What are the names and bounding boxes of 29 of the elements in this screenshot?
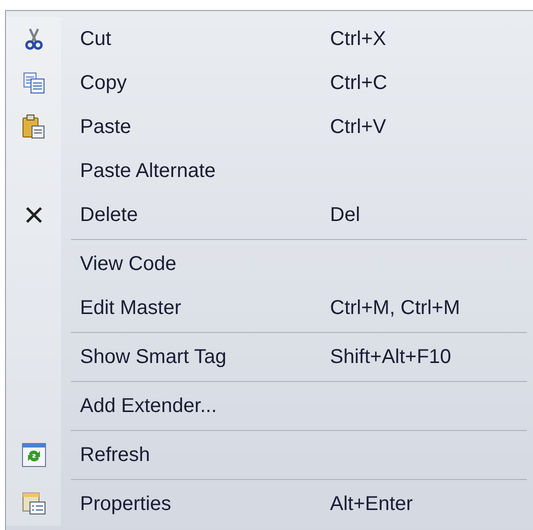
menu-item[interactable]: Delete Del: [6, 193, 533, 237]
menu-item[interactable]: Paste Ctrl+V: [6, 105, 533, 149]
menu-item[interactable]: Add Extender...: [6, 384, 533, 428]
menu-item[interactable]: Show Smart Tag Shift+Alt+F10: [6, 335, 533, 379]
menu-item[interactable]: View Code: [6, 242, 533, 286]
menu-item-label: View Code: [80, 252, 178, 276]
menu-item[interactable]: Properties Alt+Enter: [6, 482, 533, 526]
menu-item-label: Copy: [80, 72, 128, 94]
menu-item-label: Cut: [80, 28, 112, 50]
menu-item[interactable]: Edit Master Ctrl+M, Ctrl+M: [6, 286, 533, 330]
menu-item-label: Refresh: [80, 444, 152, 466]
shortcut-text: Ctrl+M, Ctrl+M: [330, 296, 460, 320]
menu-item-label: Paste Alternate: [80, 160, 217, 182]
menu-item[interactable]: Paste Alternate: [6, 149, 533, 193]
menu-item[interactable]: Cut Ctrl+X: [6, 17, 533, 61]
menu-item[interactable]: Copy Ctrl+C: [6, 61, 533, 105]
menu-item-label: Show Smart Tag: [80, 346, 228, 368]
menu-item-label: Edit Master: [80, 296, 182, 320]
menu-item-label: Paste: [80, 116, 132, 138]
shortcut-text: Ctrl+X: [330, 28, 386, 50]
shortcut-text: Del: [330, 204, 360, 226]
shortcut-text: Alt+Enter: [330, 492, 413, 516]
menu-item-label: Add Extender...: [80, 394, 218, 418]
menu-item-label: Delete: [80, 204, 139, 226]
shortcut-text: Ctrl+V: [330, 116, 386, 138]
menu-item[interactable]: Refresh: [6, 433, 533, 477]
menu-item-label: Properties: [80, 492, 172, 516]
shortcut-text: Shift+Alt+F10: [330, 346, 452, 368]
shortcut-text: Ctrl+C: [330, 72, 388, 94]
